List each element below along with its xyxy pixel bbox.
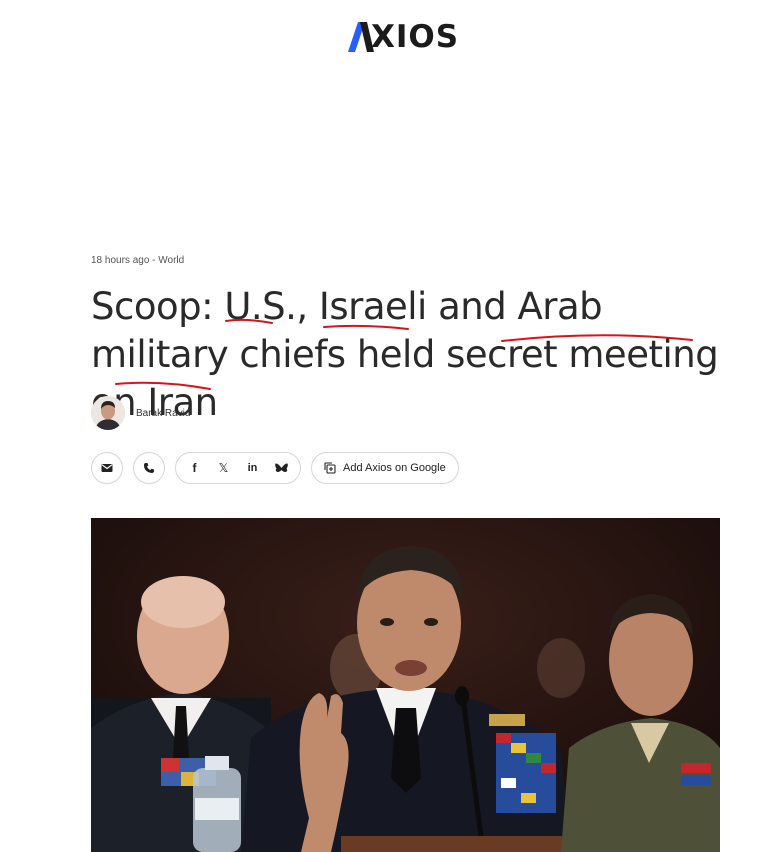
share-bar: f 𝕏 in Add Axios on Google [91, 452, 459, 484]
add-source-icon [324, 462, 336, 474]
timestamp: 18 hours ago [91, 255, 150, 266]
linkedin-icon: in [247, 462, 258, 474]
author-byline[interactable]: Barak Ravid [91, 396, 190, 430]
x-icon: 𝕏 [218, 461, 229, 475]
add-axios-on-google-label: Add Axios on Google [343, 462, 446, 474]
email-icon [101, 464, 113, 472]
email-share-button[interactable] [91, 452, 123, 484]
phone-icon [144, 463, 154, 473]
article-meta: 18 hours ago - World [91, 255, 184, 266]
avatar [91, 396, 125, 430]
linkedin-share-button[interactable]: in [238, 453, 267, 483]
author-name[interactable]: Barak Ravid [136, 408, 190, 419]
bluesky-share-button[interactable] [267, 453, 296, 483]
x-share-button[interactable]: 𝕏 [209, 453, 238, 483]
social-share-group: f 𝕏 in [175, 452, 301, 484]
facebook-share-button[interactable]: f [180, 453, 209, 483]
hero-photo [91, 518, 720, 852]
add-axios-on-google-button[interactable]: Add Axios on Google [311, 452, 459, 484]
bluesky-icon [275, 462, 288, 472]
logo-wordmark: XIOS [371, 19, 460, 55]
meta-separator: - [149, 255, 159, 266]
axios-logo[interactable]: XIOS [348, 17, 459, 57]
sms-share-button[interactable] [133, 452, 165, 484]
facebook-icon: f [192, 461, 197, 475]
section-link[interactable]: World [158, 255, 184, 266]
